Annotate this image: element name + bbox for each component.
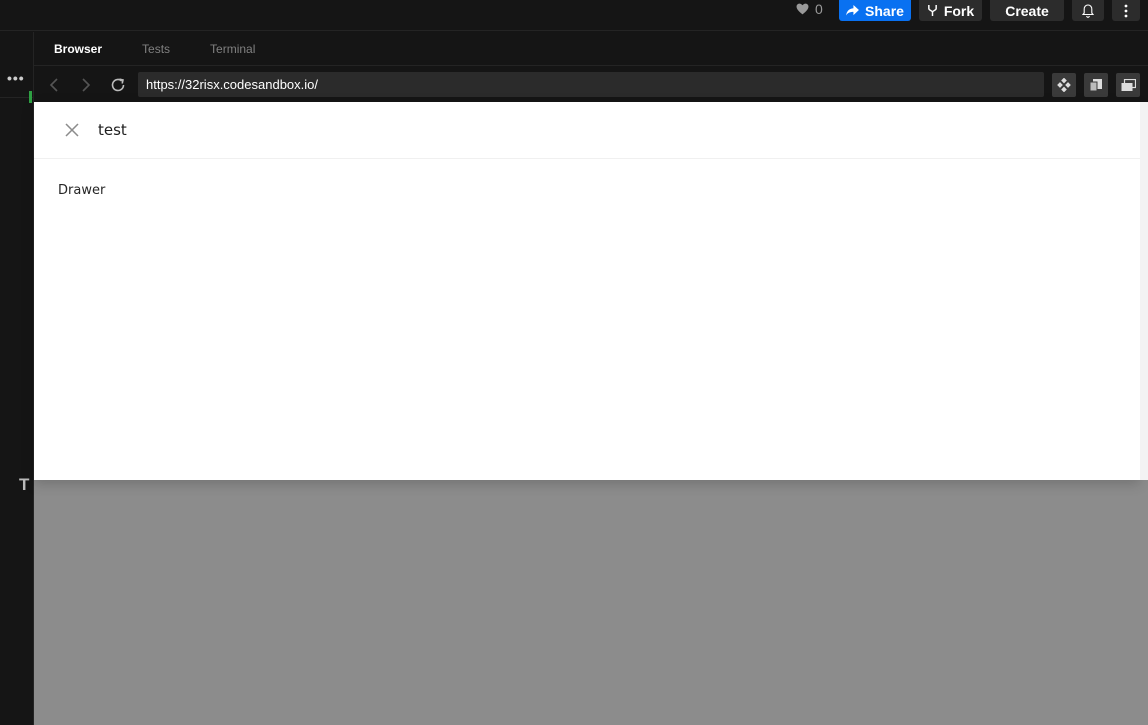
split-view-button[interactable] bbox=[1084, 73, 1108, 97]
share-button[interactable]: Share bbox=[839, 0, 911, 21]
drawer-header: test bbox=[34, 102, 1140, 159]
create-label: Create bbox=[1005, 2, 1049, 19]
tab-tests[interactable]: Tests bbox=[122, 32, 190, 66]
like-count: 0 bbox=[815, 1, 823, 17]
kebab-menu-icon bbox=[1124, 4, 1128, 17]
url-input[interactable]: https://32risx.codesandbox.io/ bbox=[138, 72, 1044, 97]
drawer-panel: test Drawer bbox=[34, 102, 1140, 480]
close-icon[interactable] bbox=[64, 122, 80, 138]
bell-icon bbox=[1082, 3, 1094, 18]
preview-frame: test Drawer bbox=[34, 102, 1148, 725]
fork-label: Fork bbox=[943, 2, 975, 19]
fork-icon bbox=[927, 5, 937, 16]
tab-browser[interactable]: Browser bbox=[34, 32, 122, 66]
like-counter[interactable]: 0 bbox=[796, 0, 823, 18]
tab-terminal[interactable]: Terminal bbox=[190, 32, 275, 66]
open-in-new-window-button[interactable] bbox=[1052, 73, 1076, 97]
preview-tabs: Browser Tests Terminal bbox=[34, 32, 1148, 66]
more-options-button[interactable] bbox=[1112, 0, 1140, 21]
editor-sidebar-strip: ••• bbox=[0, 32, 34, 725]
back-arrow-icon[interactable] bbox=[46, 76, 64, 94]
drawer-title: test bbox=[98, 121, 127, 139]
ellipsis-icon: ••• bbox=[7, 70, 25, 86]
share-arrow-icon bbox=[846, 5, 859, 16]
drawer-body-text: Drawer bbox=[58, 183, 106, 198]
notifications-button[interactable] bbox=[1072, 0, 1104, 21]
windows-icon bbox=[1121, 78, 1136, 91]
diamond-grid-icon bbox=[1057, 78, 1071, 92]
git-change-marker bbox=[29, 91, 32, 103]
heart-icon bbox=[796, 3, 809, 15]
reload-icon[interactable] bbox=[109, 76, 127, 94]
share-label: Share bbox=[865, 2, 904, 19]
preview-navigation-bar: https://32risx.codesandbox.io/ bbox=[34, 67, 1148, 102]
forward-arrow-icon[interactable] bbox=[76, 76, 94, 94]
fork-button[interactable]: Fork bbox=[919, 0, 982, 21]
create-button[interactable]: Create bbox=[990, 0, 1064, 21]
codesandbox-window: 0 Share Fork Create ••• T Browser Tests … bbox=[0, 0, 1148, 725]
drawer-scroll-edge bbox=[1140, 102, 1148, 480]
copy-icon bbox=[1089, 79, 1102, 92]
top-bar: 0 Share Fork Create bbox=[0, 0, 1148, 31]
cutoff-editor-text: T bbox=[19, 475, 30, 494]
windowed-view-button[interactable] bbox=[1116, 73, 1140, 97]
